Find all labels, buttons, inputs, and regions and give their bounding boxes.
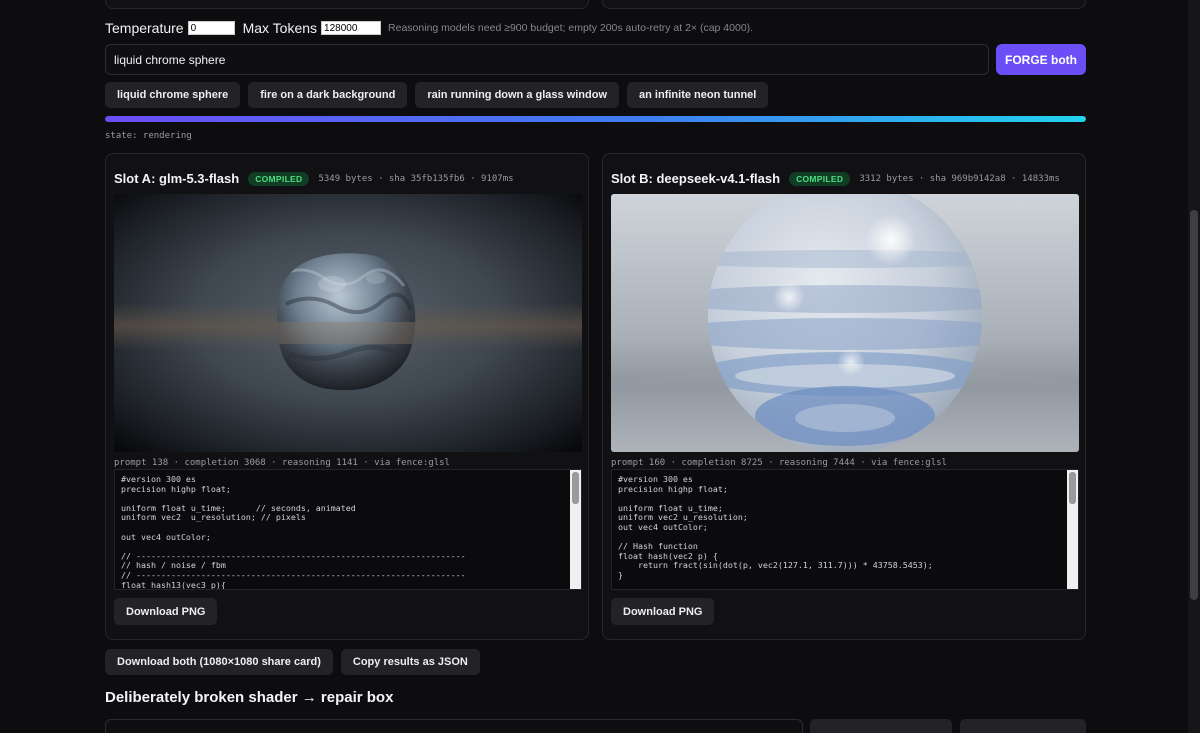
preset-chip[interactable]: fire on a dark background bbox=[248, 82, 408, 108]
scrollbar-thumb-icon[interactable] bbox=[572, 472, 579, 504]
slot-meta: 3312 bytes · sha 969b9142a8 · 14833ms bbox=[859, 173, 1060, 184]
shader-code: #version 300 es precision highp float; u… bbox=[121, 474, 466, 590]
usage-line: prompt 138 · completion 3068 · reasoning… bbox=[114, 458, 450, 468]
slot-header: Slot B: deepseek-v4.1-flash COMPILED 331… bbox=[611, 171, 1060, 186]
slot-b-card: Slot B: deepseek-v4.1-flash COMPILED 331… bbox=[602, 153, 1086, 640]
slot-title: Slot B: deepseek-v4.1-flash bbox=[611, 171, 781, 186]
code-scrollbar[interactable] bbox=[1067, 470, 1078, 589]
forge-button[interactable]: FORGE both bbox=[996, 44, 1086, 75]
status-badge: COMPILED bbox=[248, 171, 310, 186]
max-tokens-input[interactable] bbox=[321, 21, 382, 35]
temperature-input[interactable] bbox=[187, 21, 235, 35]
max-tokens-label: Max Tokens bbox=[242, 20, 318, 36]
settings-row: Temperature Max Tokens Reasoning models … bbox=[105, 20, 753, 36]
slot-title: Slot A: glm-5.3-flash bbox=[114, 171, 240, 186]
shader-code: #version 300 es precision highp float; u… bbox=[618, 474, 933, 580]
shader-canvas bbox=[611, 194, 1079, 452]
shader-render-a bbox=[114, 194, 582, 452]
code-scrollbar[interactable] bbox=[570, 470, 581, 589]
copy-json-button[interactable]: Copy results as JSON bbox=[340, 649, 480, 675]
repair-button[interactable] bbox=[810, 719, 952, 733]
shader-render-b bbox=[611, 194, 1079, 452]
usage-line: prompt 160 · completion 8725 · reasoning… bbox=[611, 458, 947, 468]
slot-a-card: Slot A: glm-5.3-flash COMPILED 5349 byte… bbox=[105, 153, 589, 640]
temperature-label: Temperature bbox=[105, 20, 184, 36]
repair-button[interactable] bbox=[960, 719, 1086, 733]
repair-heading: Deliberately broken shader → repair box bbox=[105, 689, 394, 706]
page-scrollbar[interactable] bbox=[1188, 0, 1200, 733]
scrollbar-thumb-icon[interactable] bbox=[1069, 472, 1076, 504]
repair-textarea[interactable] bbox=[105, 719, 803, 733]
slot-header: Slot A: glm-5.3-flash COMPILED 5349 byte… bbox=[114, 171, 514, 186]
preset-chip[interactable]: liquid chrome sphere bbox=[105, 82, 241, 108]
scrollbar-thumb-icon[interactable] bbox=[1190, 210, 1198, 600]
progress-bar bbox=[105, 116, 1086, 122]
state-text: state: rendering bbox=[105, 131, 192, 141]
preset-chip[interactable]: an infinite neon tunnel bbox=[627, 82, 769, 108]
progress-fill bbox=[105, 116, 1086, 122]
top-panel-right bbox=[602, 0, 1086, 9]
results-actions: Download both (1080×1080 share card) Cop… bbox=[105, 649, 480, 675]
shader-canvas bbox=[114, 194, 582, 452]
prompt-input[interactable] bbox=[105, 44, 989, 75]
shader-code-box[interactable]: #version 300 es precision highp float; u… bbox=[611, 469, 1079, 590]
preset-chip[interactable]: rain running down a glass window bbox=[415, 82, 620, 108]
shader-code-box[interactable]: #version 300 es precision highp float; u… bbox=[114, 469, 582, 590]
preset-chips: liquid chrome sphere fire on a dark back… bbox=[105, 82, 769, 108]
status-badge: COMPILED bbox=[789, 171, 851, 186]
settings-hint: Reasoning models need ≥900 budget; empty… bbox=[388, 22, 754, 34]
download-png-button[interactable]: Download PNG bbox=[611, 598, 715, 625]
download-png-button[interactable]: Download PNG bbox=[114, 598, 218, 625]
download-both-button[interactable]: Download both (1080×1080 share card) bbox=[105, 649, 333, 675]
top-panel-left bbox=[105, 0, 589, 9]
slot-meta: 5349 bytes · sha 35fb135fb6 · 9107ms bbox=[318, 173, 514, 184]
